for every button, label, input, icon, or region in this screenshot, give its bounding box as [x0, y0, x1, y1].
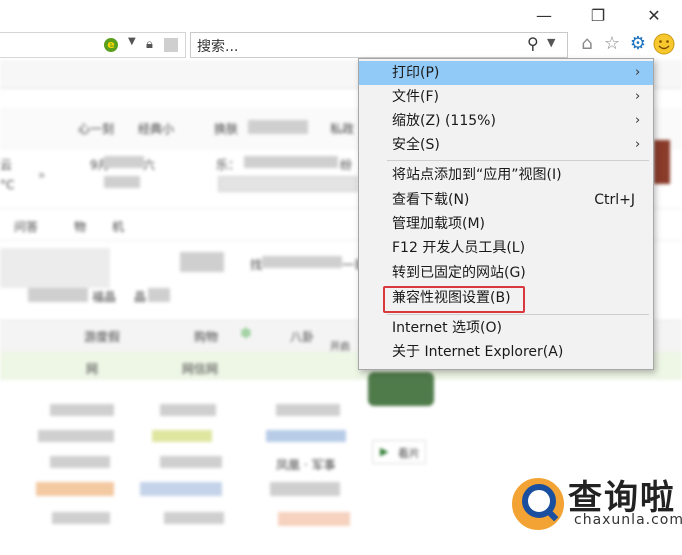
restore-button[interactable]: ❐	[578, 4, 618, 28]
menu-item-label: 缩放(Z) (115%)	[392, 113, 496, 129]
menu-item-print[interactable]: 打印(P) ›	[359, 61, 653, 85]
menu-item-pinned-sites[interactable]: 转到已固定的网站(G)	[359, 261, 653, 285]
chevron-right-icon: ›	[635, 89, 641, 104]
favorites-star-icon[interactable]: ☆	[601, 33, 623, 55]
menu-item-label: 打印(P)	[392, 65, 440, 81]
menu-item-file[interactable]: 文件(F) ›	[359, 85, 653, 109]
nav-link[interactable]: 机	[112, 218, 124, 235]
menu-item-about-ie[interactable]: 关于 Internet Explorer(A)	[359, 340, 653, 364]
weather-text: 云	[0, 158, 13, 172]
chevron-right-icon: ›	[635, 113, 641, 128]
category-link[interactable]: 游度假	[84, 328, 120, 345]
menu-item-zoom[interactable]: 缩放(Z) (115%) ›	[359, 109, 653, 133]
home-icon[interactable]: ⌂	[576, 33, 598, 55]
news-link[interactable]: 凤凰 · 军事	[276, 456, 335, 473]
site-compat-icon[interactable]: e	[104, 38, 118, 52]
minimize-button[interactable]: —	[524, 4, 564, 28]
menu-item-shortcut: Ctrl+J	[594, 192, 635, 208]
chevron-down-icon[interactable]: ▼	[128, 36, 136, 47]
address-bar[interactable]: e ▼ 🔒︎	[0, 32, 186, 58]
menu-item-manage-addons[interactable]: 管理加载项(M)	[359, 212, 653, 236]
menu-item-label: Internet 选项(O)	[392, 320, 502, 336]
menu-item-label: 关于 Internet Explorer(A)	[392, 344, 564, 360]
leaf-icon: ✲	[240, 326, 252, 342]
video-link[interactable]: 看片	[398, 445, 420, 461]
nav-link[interactable]: 物	[74, 218, 86, 235]
lock-icon[interactable]: 🔒︎	[146, 37, 153, 52]
menu-separator	[387, 314, 649, 315]
misc-text: 纷	[340, 158, 353, 172]
site-link[interactable]: 网	[86, 360, 98, 377]
highlight-outline	[383, 286, 525, 313]
menu-item-label: 查看下载(N)	[392, 192, 470, 208]
banner-text: 晶	[134, 290, 147, 304]
menu-item-f12-devtools[interactable]: F12 开发人员工具(L)	[359, 236, 653, 260]
category-link[interactable]: 开启	[330, 338, 350, 353]
watermark-url: chaxunla.com	[574, 512, 682, 528]
close-button[interactable]: ✕	[634, 4, 674, 28]
search-icon[interactable]: ⚲	[527, 34, 539, 53]
search-text: 找	[250, 258, 263, 272]
banner-text: 福晶	[92, 290, 117, 304]
music-text: 乐：	[216, 158, 241, 172]
tools-menu: 打印(P) › 文件(F) › 缩放(Z) (115%) › 安全(S) › 将…	[358, 58, 654, 370]
menu-item-safety[interactable]: 安全(S) ›	[359, 133, 653, 157]
temperature-text: °C	[0, 178, 15, 192]
menu-separator	[387, 160, 649, 161]
category-link[interactable]: 购物	[194, 328, 218, 345]
chevron-right-icon: ›	[635, 65, 641, 80]
menu-item-internet-options[interactable]: Internet 选项(O)	[359, 316, 653, 340]
search-input[interactable]: 搜索...	[197, 36, 238, 56]
nav-link[interactable]: 问答	[14, 218, 38, 235]
feedback-smiley-icon[interactable]	[653, 33, 675, 55]
nav-link[interactable]: 心一刻	[78, 120, 114, 137]
menu-item-label: F12 开发人员工具(L)	[392, 240, 526, 256]
search-box[interactable]: 搜索... ⚲ ▼	[190, 32, 568, 58]
chevron-right-icon: ›	[635, 137, 641, 152]
nav-link[interactable]: 私政	[330, 120, 354, 137]
menu-item-label: 安全(S)	[392, 137, 440, 153]
watermark-logo-icon	[508, 474, 568, 534]
refresh-icon[interactable]	[164, 38, 178, 52]
tools-gear-icon[interactable]: ⚙	[627, 33, 649, 55]
menu-item-label: 将站点添加到“应用”视图(I)	[392, 167, 562, 183]
menu-item-add-to-apps[interactable]: 将站点添加到“应用”视图(I)	[359, 163, 653, 187]
category-link[interactable]: 八卦	[290, 328, 314, 345]
nav-link[interactable]: 经典小	[138, 120, 174, 137]
menu-item-view-downloads[interactable]: 查看下载(N) Ctrl+J	[359, 188, 653, 212]
menu-item-label: 管理加载项(M)	[392, 216, 486, 232]
weekday-text: 六	[143, 158, 156, 172]
menu-item-label: 文件(F)	[392, 89, 439, 105]
site-link[interactable]: 网信网	[182, 360, 218, 377]
nav-link[interactable]: 换肤	[214, 120, 238, 137]
chevron-down-icon[interactable]: ▼	[547, 36, 555, 49]
menu-item-label: 转到已固定的网站(G)	[392, 265, 526, 281]
